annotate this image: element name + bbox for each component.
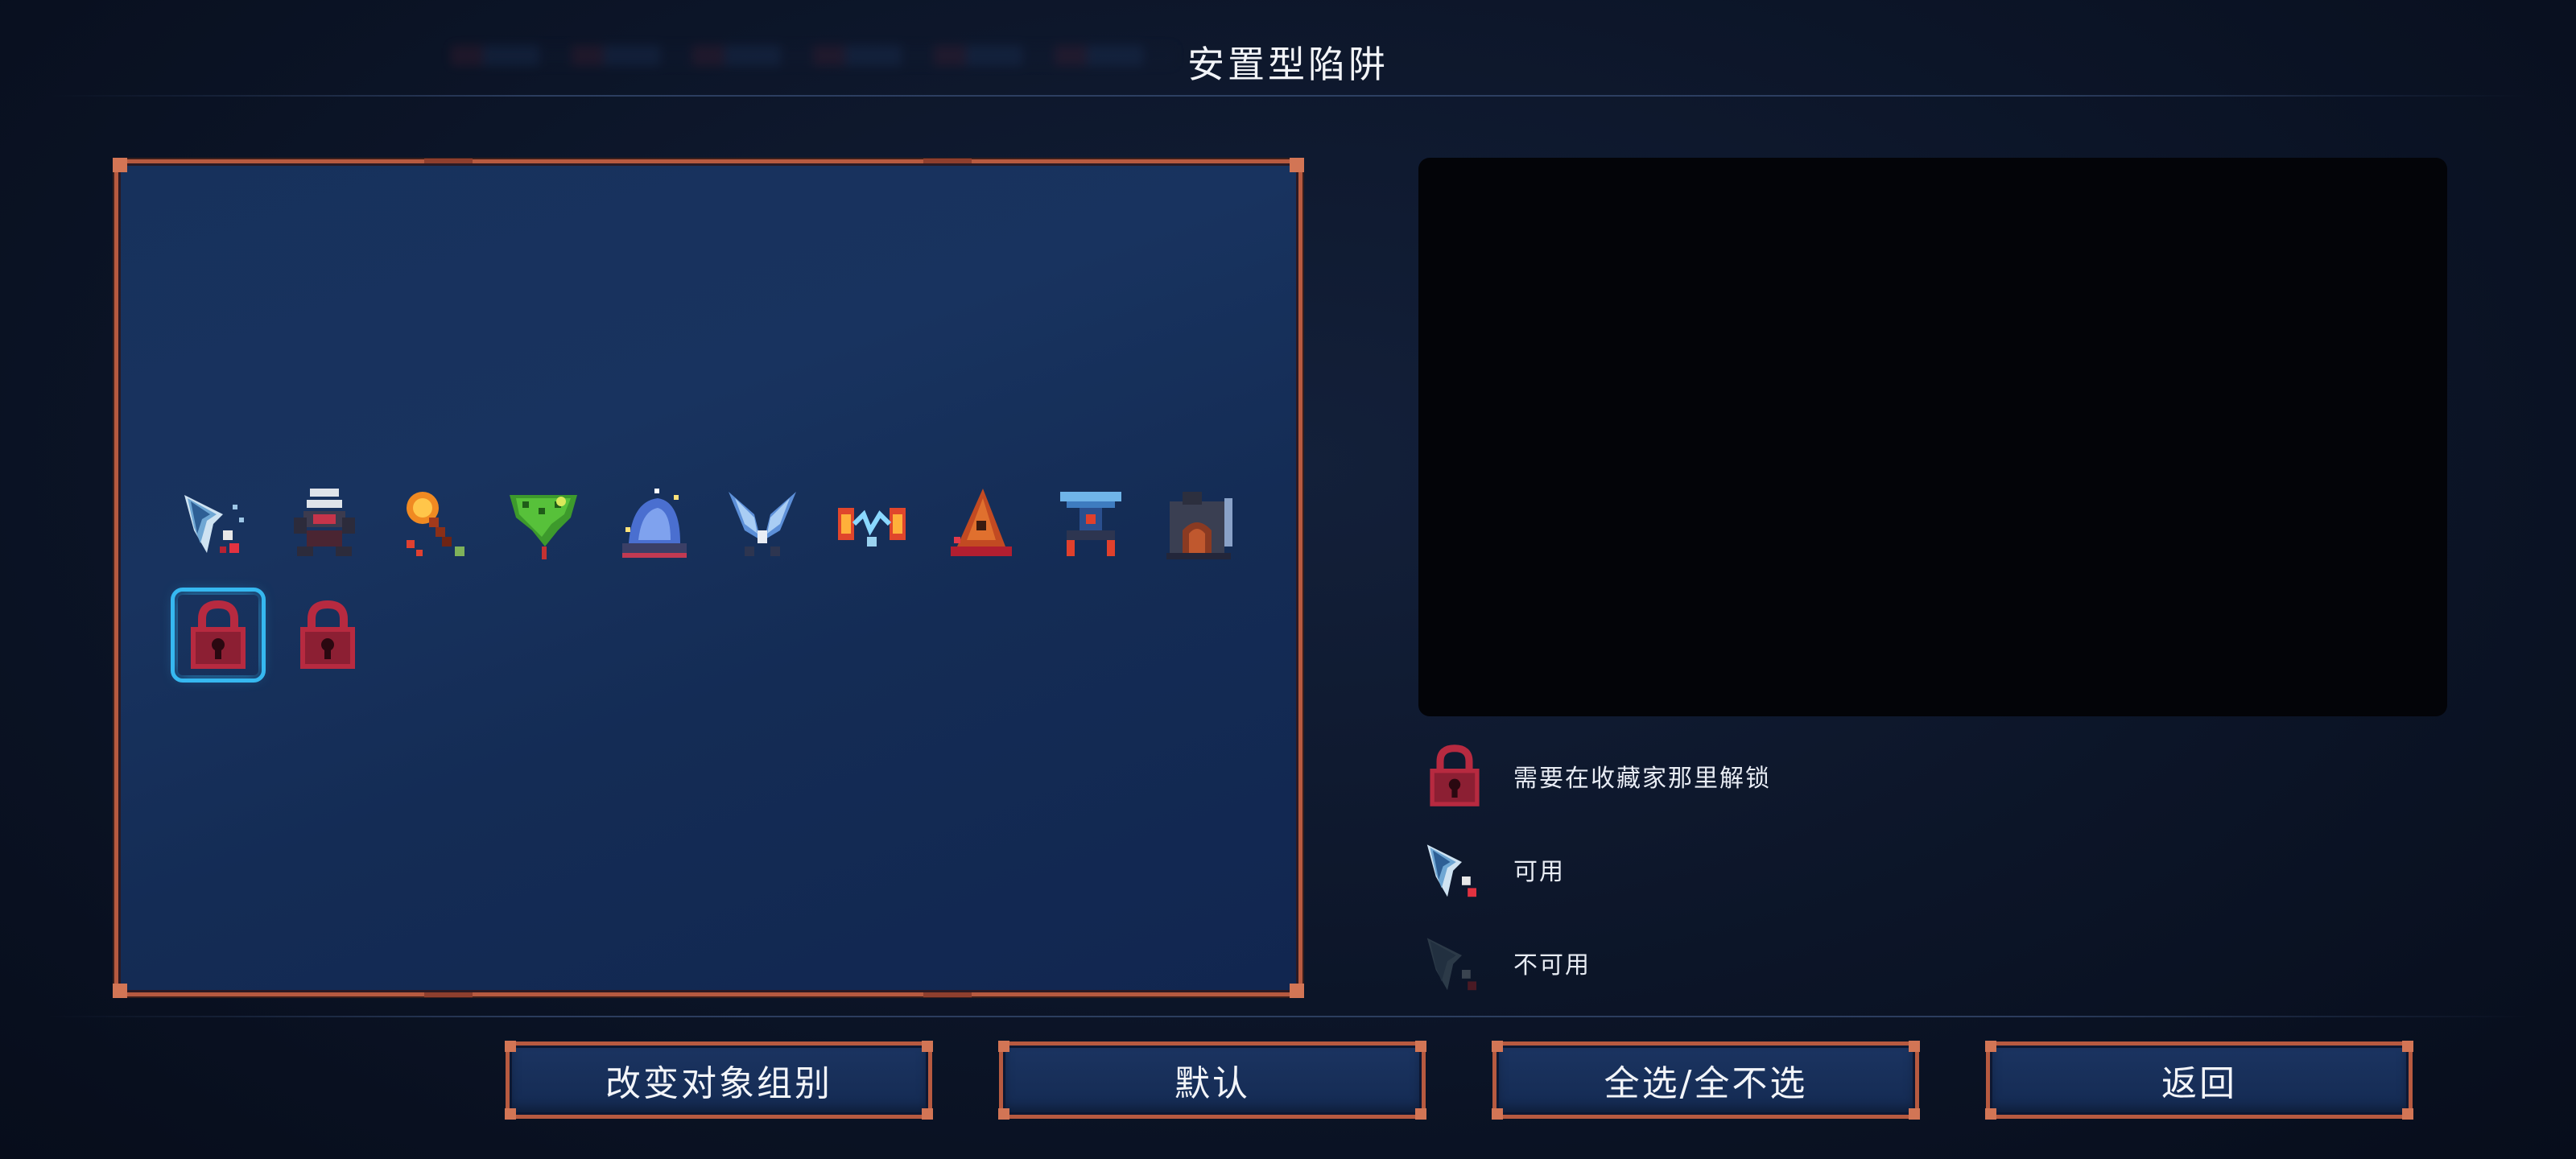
lock-icon (300, 600, 355, 669)
back-label: 返回 (2161, 1063, 2237, 1104)
legend-locked-label: 需要在收藏家那里解锁 (1513, 765, 1771, 793)
page-title: 安置型陷阱 (1187, 43, 1389, 86)
panel-corner (1290, 984, 1304, 998)
select-all-button[interactable]: 全选/全不选 (1492, 1041, 1920, 1120)
panel-corner (1290, 158, 1304, 172)
panel-corner (113, 984, 127, 998)
panel-notch (923, 159, 972, 163)
blade-wings-icon[interactable] (722, 482, 803, 563)
panel-corner (113, 158, 127, 172)
legend-unavailable: 不可用 (1418, 924, 1591, 1001)
spear-trap-icon (1426, 844, 1476, 897)
default-label: 默认 (1174, 1063, 1250, 1104)
item-grid-panel (113, 158, 1304, 998)
footer-divider (48, 1016, 2528, 1017)
back-button[interactable]: 返回 (1985, 1041, 2413, 1120)
crystal-dome-icon[interactable] (613, 482, 693, 563)
locked-item-slot[interactable] (171, 588, 266, 683)
change-group-label: 改变对象组别 (605, 1063, 832, 1104)
legend-available-label: 可用 (1513, 858, 1565, 886)
tesla-coil-icon[interactable] (832, 482, 912, 563)
header-divider (48, 95, 2528, 97)
spear-trap-icon[interactable] (175, 482, 255, 563)
furnace-box-icon[interactable] (1160, 482, 1241, 563)
legend-locked: 需要在收藏家那里解锁 (1418, 737, 1771, 815)
default-button[interactable]: 默认 (998, 1041, 1426, 1120)
lock-icon (1430, 744, 1480, 806)
spear-trap-dimmed-icon (1426, 938, 1476, 991)
panel-notch (424, 992, 473, 997)
locked-item-slot[interactable] (287, 595, 368, 675)
lock-icon (191, 600, 246, 669)
item-preview-panel (1418, 158, 2447, 716)
crusher-turret-icon[interactable] (284, 482, 365, 563)
legend-unavailable-label: 不可用 (1513, 951, 1591, 980)
panel-notch (424, 159, 473, 163)
legend-available: 可用 (1418, 831, 1565, 908)
fire-torch-icon[interactable] (394, 482, 474, 563)
vine-plant-icon[interactable] (503, 482, 584, 563)
select-all-label: 全选/全不选 (1604, 1063, 1808, 1104)
change-group-button[interactable]: 改变对象组别 (505, 1041, 933, 1120)
totem-turret-icon[interactable] (1051, 482, 1131, 563)
flame-cone-icon[interactable] (941, 482, 1022, 563)
panel-notch (923, 992, 972, 997)
